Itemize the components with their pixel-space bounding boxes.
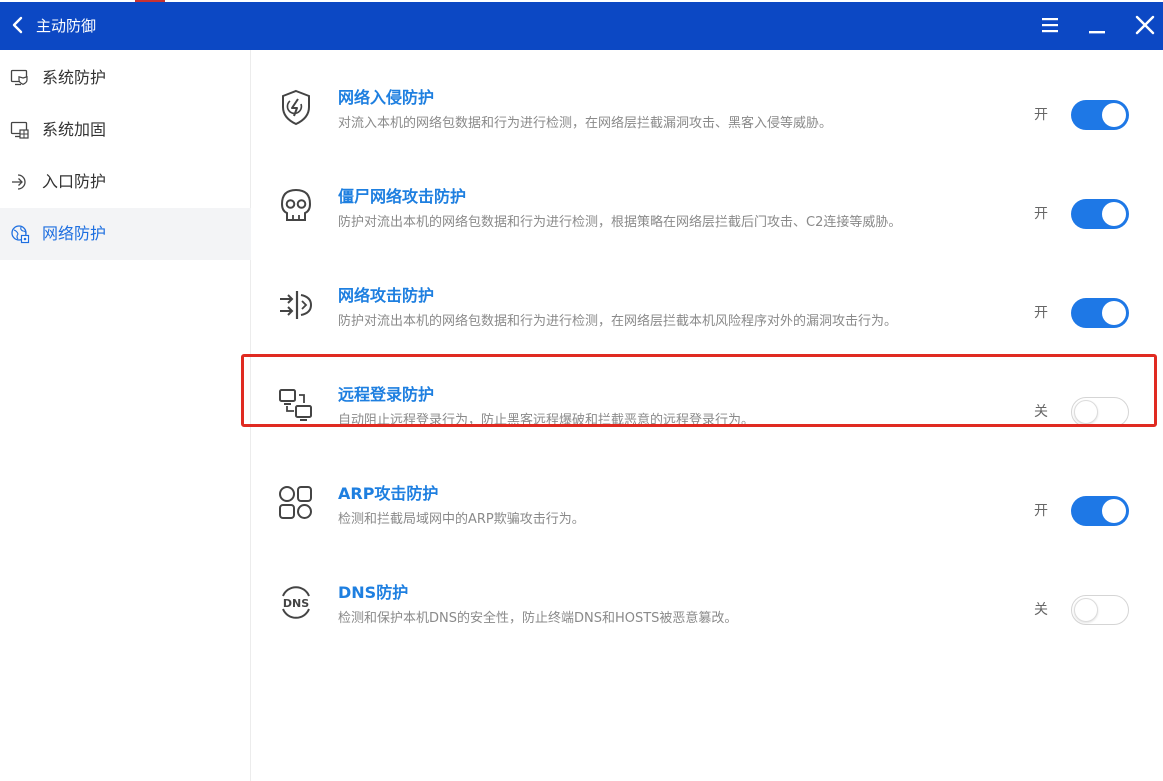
remote-desktop-icon	[279, 389, 312, 421]
sidebar-item-system-protection[interactable]: 系统防护	[0, 52, 251, 104]
sidebar-item-label: 系统加固	[42, 120, 107, 139]
chevron-left-icon	[12, 16, 23, 34]
feature-title[interactable]: DNS防护	[338, 582, 408, 604]
arrows-shield-icon	[280, 291, 313, 319]
feature-toggle[interactable]	[1071, 496, 1129, 526]
toggle-state-label: 开	[1034, 503, 1048, 519]
window-title: 主动防御	[36, 17, 97, 35]
shield-lightning-icon	[282, 89, 310, 126]
back-button[interactable]	[8, 14, 30, 36]
feature-description: 防护对流出本机的网络包数据和行为进行检测，根据策略在网络层拦截后门攻击、C2连接…	[338, 215, 902, 230]
feature-row-remote-login: 远程登录防护 自动阻止远程登录行为，防止黑客远程爆破和拦截恶意的远程登录行为。 …	[252, 364, 1163, 444]
close-button[interactable]	[1132, 12, 1158, 38]
feature-toggle[interactable]	[1071, 397, 1129, 427]
toggle-state-label: 关	[1034, 404, 1048, 420]
skull-icon	[280, 188, 312, 221]
feature-row-network-attack: 网络攻击防护 防护对流出本机的网络包数据和行为进行检测，在网络层拦截本机风险程序…	[252, 265, 1163, 345]
minimize-icon	[1089, 31, 1105, 34]
monitor-grid-icon	[10, 121, 29, 139]
feature-description: 检测和保护本机DNS的安全性，防止终端DNS和HOSTS被恶意篡改。	[338, 611, 738, 626]
feature-row-botnet-attack: 僵尸网络攻击防护 防护对流出本机的网络包数据和行为进行检测，根据策略在网络层拦截…	[252, 166, 1163, 246]
dns-icon: DNS	[282, 586, 310, 619]
sidebar: 系统防护 系统加固 入口防护 网络防护	[0, 50, 251, 781]
svg-text:DNS: DNS	[283, 597, 309, 610]
toggle-knob	[1102, 301, 1126, 325]
feature-description: 对流入本机的网络包数据和行为进行检测，在网络层拦截漏洞攻击、黑客入侵等威胁。	[338, 116, 833, 131]
minimize-button[interactable]	[1084, 12, 1110, 38]
feature-title[interactable]: 网络攻击防护	[338, 285, 434, 307]
monitor-shield-icon	[10, 69, 28, 86]
sidebar-item-network-protection[interactable]: 网络防护	[0, 208, 251, 260]
toggle-knob	[1102, 103, 1126, 127]
entry-arrow-icon	[12, 174, 26, 190]
toggle-knob	[1074, 598, 1098, 622]
feature-description: 防护对流出本机的网络包数据和行为进行检测，在网络层拦截本机风险程序对外的漏洞攻击…	[338, 314, 898, 329]
close-icon	[1135, 15, 1155, 35]
feature-title[interactable]: 远程登录防护	[338, 384, 434, 406]
feature-toggle[interactable]	[1071, 100, 1129, 130]
feature-description: 检测和拦截局域网中的ARP欺骗攻击行为。	[338, 512, 585, 527]
globe-network-icon	[11, 225, 30, 244]
feature-row-network-intrusion: 网络入侵防护 对流入本机的网络包数据和行为进行检测，在网络层拦截漏洞攻击、黑客入…	[252, 67, 1163, 147]
sidebar-item-entry-protection[interactable]: 入口防护	[0, 156, 251, 208]
toggle-knob	[1074, 400, 1098, 424]
menu-button[interactable]	[1037, 12, 1063, 38]
feature-row-dns: DNS DNS防护 检测和保护本机DNS的安全性，防止终端DNS和HOSTS被恶…	[252, 562, 1163, 642]
sidebar-item-system-hardening[interactable]: 系统加固	[0, 104, 251, 156]
feature-description: 自动阻止远程登录行为，防止黑客远程爆破和拦截恶意的远程登录行为。	[338, 413, 755, 428]
sidebar-item-label: 网络防护	[42, 224, 107, 243]
toggle-state-label: 开	[1034, 206, 1048, 222]
feature-list: 网络入侵防护 对流入本机的网络包数据和行为进行检测，在网络层拦截漏洞攻击、黑客入…	[252, 50, 1163, 781]
feature-toggle[interactable]	[1071, 199, 1129, 229]
menu-icon	[1042, 18, 1058, 33]
toggle-state-label: 开	[1034, 107, 1048, 123]
toggle-state-label: 开	[1034, 305, 1048, 321]
feature-toggle[interactable]	[1071, 595, 1129, 625]
feature-row-arp-attack: ARP攻击防护 检测和拦截局域网中的ARP欺骗攻击行为。 开	[252, 463, 1163, 543]
title-bar: 主动防御	[0, 2, 1163, 50]
toggle-knob	[1102, 202, 1126, 226]
sidebar-item-label: 入口防护	[42, 172, 107, 191]
feature-title[interactable]: 网络入侵防护	[338, 87, 434, 109]
feature-title[interactable]: ARP攻击防护	[338, 483, 438, 505]
sidebar-item-label: 系统防护	[42, 68, 107, 87]
feature-title[interactable]: 僵尸网络攻击防护	[338, 186, 466, 208]
toggle-knob	[1102, 499, 1126, 523]
toggle-state-label: 关	[1034, 602, 1048, 618]
feature-toggle[interactable]	[1071, 298, 1129, 328]
shapes-grid-icon	[279, 486, 312, 519]
